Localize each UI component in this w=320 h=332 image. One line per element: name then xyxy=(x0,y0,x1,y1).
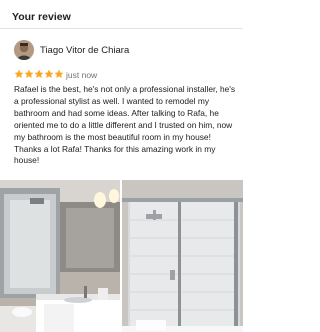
star-icon xyxy=(24,69,34,78)
avatar[interactable] xyxy=(14,40,34,60)
review-photos xyxy=(0,180,243,332)
star-rating xyxy=(14,69,64,81)
star-icon xyxy=(44,69,54,78)
review-photo-1[interactable] xyxy=(0,180,120,332)
avatar-photo xyxy=(14,40,34,60)
star-icon xyxy=(34,69,44,78)
review-time: just now xyxy=(66,70,98,80)
review-text: Rafael is the best, he's not only a prof… xyxy=(14,84,236,166)
header-title: Your review xyxy=(12,11,71,23)
star-icon xyxy=(14,69,24,78)
reviewer-row: Tiago Vitor de Chiara xyxy=(14,40,234,62)
bathroom-photo-1 xyxy=(0,180,120,332)
review-photo-2[interactable] xyxy=(122,180,243,332)
review-header: Your review xyxy=(0,0,243,29)
reviewer-name[interactable]: Tiago Vitor de Chiara xyxy=(40,45,129,56)
star-icon xyxy=(54,69,64,78)
rating-row: just now xyxy=(14,69,214,81)
bathroom-photo-2 xyxy=(122,180,243,332)
